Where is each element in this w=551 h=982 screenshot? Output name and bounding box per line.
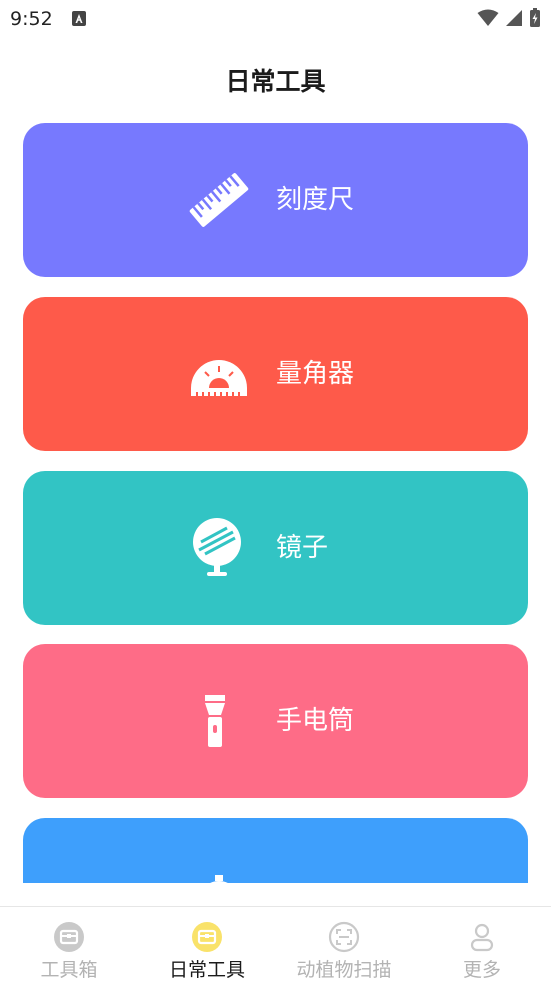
nav-label: 更多 xyxy=(462,959,501,981)
tool-card-mirror[interactable]: 镜子 xyxy=(23,471,528,625)
tool-card-stopwatch[interactable] xyxy=(23,818,528,883)
nav-item-more[interactable]: 更多 xyxy=(413,907,551,982)
nav-label: 动植物扫描 xyxy=(296,959,392,981)
mirror-icon xyxy=(187,516,251,580)
nav-label: 工具箱 xyxy=(40,959,98,981)
nav-item-plant-animal-scan[interactable]: 动植物扫描 xyxy=(275,907,413,982)
tool-label: 刻度尺 xyxy=(276,185,355,215)
tool-list: 刻度尺 量角器 镜子 手电筒 xyxy=(0,0,551,883)
scan-icon xyxy=(328,921,360,953)
nav-label: 日常工具 xyxy=(168,959,245,981)
ruler-icon xyxy=(187,168,251,232)
person-icon xyxy=(466,921,498,953)
tool-card-ruler[interactable]: 刻度尺 xyxy=(23,123,528,277)
tool-label: 量角器 xyxy=(276,359,355,389)
protractor-icon xyxy=(187,342,251,406)
tool-card-flashlight[interactable]: 手电筒 xyxy=(23,644,528,798)
stopwatch-icon xyxy=(187,863,251,883)
tool-label: 手电筒 xyxy=(276,706,355,736)
tool-label: 镜子 xyxy=(276,533,329,563)
toolbox-icon xyxy=(191,921,223,953)
bottom-nav: 工具箱 日常工具 动植物扫描 更多 xyxy=(0,906,551,982)
toolbox-icon xyxy=(53,921,85,953)
tool-card-protractor[interactable]: 量角器 xyxy=(23,297,528,451)
nav-item-daily-tools[interactable]: 日常工具 xyxy=(138,907,276,982)
flashlight-icon xyxy=(187,689,251,753)
nav-item-toolbox[interactable]: 工具箱 xyxy=(0,907,138,982)
